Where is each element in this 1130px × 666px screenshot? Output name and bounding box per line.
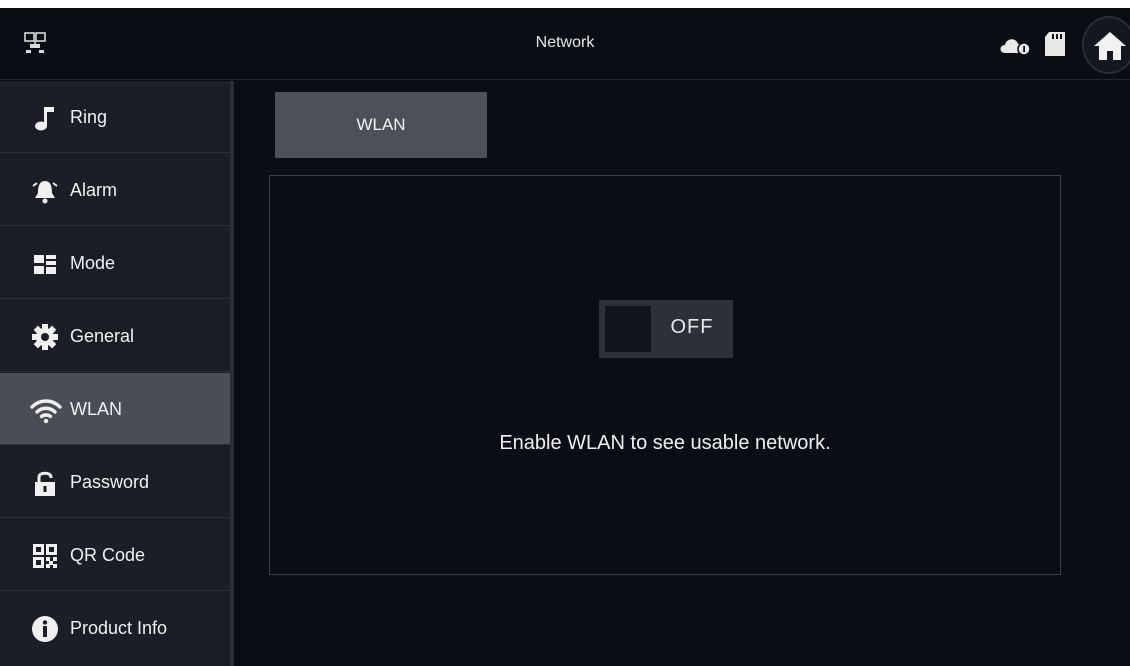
tab-wlan[interactable]: WLAN xyxy=(275,92,487,158)
sidebar-item-qr-code[interactable]: QR Code xyxy=(0,519,230,591)
sidebar-item-label: WLAN xyxy=(70,399,123,419)
sidebar-item-label: Password xyxy=(70,472,150,492)
wlan-toggle[interactable]: OFF xyxy=(599,300,733,358)
info-icon xyxy=(30,614,60,644)
gear-icon xyxy=(30,322,60,352)
wlan-hint-text: Enable WLAN to see usable network. xyxy=(499,432,831,454)
sidebar-item-label: Mode xyxy=(70,253,116,273)
wlan-panel xyxy=(269,175,1061,575)
sidebar-item-ring[interactable]: Ring xyxy=(0,81,230,153)
sidebar-item-label: QR Code xyxy=(70,545,146,565)
sidebar-item-password[interactable]: Password xyxy=(0,446,230,518)
qr-code-icon xyxy=(30,541,60,571)
sidebar: Ring Alarm Mode General WLAN Password QR… xyxy=(0,81,234,666)
sd-card-icon xyxy=(1043,31,1067,57)
wifi-icon xyxy=(30,395,62,425)
lock-icon xyxy=(30,468,60,498)
top-cap xyxy=(0,0,1130,8)
sidebar-item-mode[interactable]: Mode xyxy=(0,227,230,299)
sidebar-item-label: Ring xyxy=(70,107,108,127)
toggle-knob xyxy=(605,306,651,352)
alarm-bell-icon xyxy=(30,176,60,206)
sidebar-item-label: Product Info xyxy=(70,618,168,638)
sidebar-item-label: General xyxy=(70,326,135,346)
device-screen: Network Ring Alarm Mode General WLAN Pas… xyxy=(0,8,1130,666)
mode-grid-icon xyxy=(30,249,60,279)
music-note-icon xyxy=(30,103,60,133)
sidebar-item-label: Alarm xyxy=(70,180,118,200)
home-button[interactable] xyxy=(1082,16,1130,74)
sidebar-item-alarm[interactable]: Alarm xyxy=(0,154,230,226)
home-icon xyxy=(1094,32,1126,60)
page-title: Network xyxy=(535,34,595,51)
sidebar-divider xyxy=(230,81,234,666)
sidebar-item-product-info[interactable]: Product Info xyxy=(0,592,230,664)
toggle-state-label: OFF xyxy=(670,316,714,338)
header-bar: Network xyxy=(0,8,1130,80)
sidebar-item-wlan[interactable]: WLAN xyxy=(0,373,230,445)
cloud-status-icon xyxy=(998,34,1032,56)
sidebar-item-general[interactable]: General xyxy=(0,300,230,372)
